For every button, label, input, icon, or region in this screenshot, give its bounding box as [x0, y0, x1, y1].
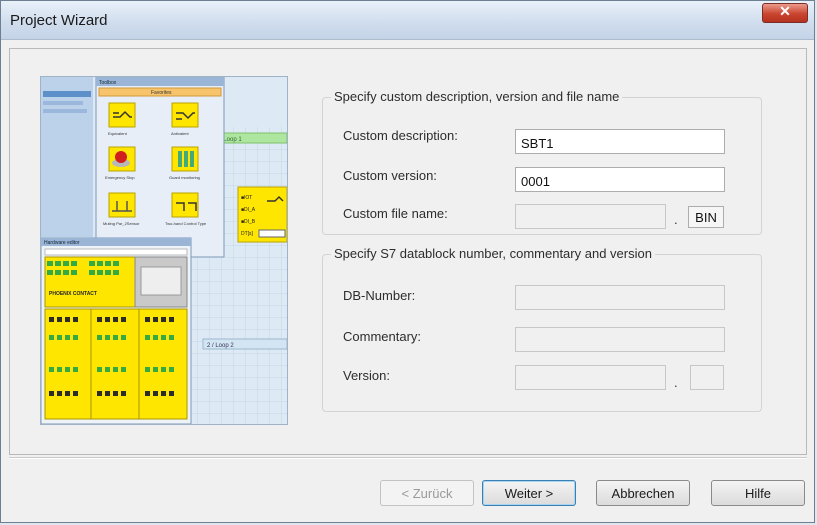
close-icon: ✕: [779, 3, 791, 19]
custom-description-label: Custom description:: [343, 128, 458, 143]
file-name-dot: .: [674, 212, 678, 227]
db-number-label: DB-Number:: [343, 288, 416, 303]
custom-file-name-input[interactable]: [515, 204, 666, 229]
svg-text:■IOT: ■IOT: [241, 195, 252, 201]
toolbox-category: Favorites: [151, 90, 172, 96]
custom-description-input[interactable]: SBT1: [515, 129, 725, 154]
loop2-label: 2 / Loop 2: [207, 343, 234, 349]
toolbox-title: Toolbox: [99, 80, 117, 86]
svg-text:■DI_B: ■DI_B: [241, 219, 256, 225]
button-area-separator: [9, 457, 807, 459]
custom-version-label: Custom version:: [343, 168, 437, 183]
custom-description-group-legend: Specify custom description, version and …: [331, 89, 623, 104]
custom-version-input[interactable]: 0001: [515, 167, 725, 192]
svg-text:Muting Par_2Sensor: Muting Par_2Sensor: [103, 221, 140, 226]
commentary-label: Commentary:: [343, 329, 422, 344]
wizard-preview-image: 1 / Loop 1 ■IOT ■DI_A ■DI_B DT[s] 2 / Lo…: [40, 76, 288, 425]
svg-text:■DI_A: ■DI_A: [241, 207, 256, 213]
db-number-input[interactable]: [515, 285, 725, 310]
next-button[interactable]: Weiter >: [482, 480, 576, 506]
svg-text:Equivalent: Equivalent: [108, 131, 128, 136]
wizard-content-panel: 1 / Loop 1 ■IOT ■DI_A ■DI_B DT[s] 2 / Lo…: [9, 48, 807, 455]
version-input[interactable]: [515, 365, 666, 390]
window-title: Project Wizard: [10, 12, 108, 29]
back-button[interactable]: < Zurück: [380, 480, 474, 506]
version-suffix-input[interactable]: [690, 365, 724, 390]
brand-label: PHOENIX CONTACT: [49, 291, 97, 297]
commentary-input[interactable]: [515, 327, 725, 352]
close-button[interactable]: ✕: [762, 3, 808, 23]
hardware-editor-title: Hardware editor: [44, 240, 80, 246]
svg-text:DT[s]: DT[s]: [241, 231, 254, 237]
title-bar[interactable]: Project Wizard ✕: [1, 1, 814, 40]
preview-illustration: 1 / Loop 1 ■IOT ■DI_A ■DI_B DT[s] 2 / Lo…: [41, 77, 287, 424]
svg-text:Two-hand Control Type: Two-hand Control Type: [165, 221, 207, 226]
cancel-button[interactable]: Abbrechen: [596, 480, 690, 506]
svg-text:Guard monitoring: Guard monitoring: [169, 175, 200, 180]
file-extension-box: BIN: [688, 206, 724, 228]
help-button[interactable]: Hilfe: [711, 480, 805, 506]
custom-file-name-label: Custom file name:: [343, 206, 448, 221]
svg-text:Antivalent: Antivalent: [171, 131, 189, 136]
version-dot: .: [674, 375, 678, 390]
svg-text:Emergency Stop: Emergency Stop: [105, 175, 135, 180]
s7-datablock-group-legend: Specify S7 datablock number, commentary …: [331, 246, 655, 261]
version-label: Version:: [343, 368, 390, 383]
